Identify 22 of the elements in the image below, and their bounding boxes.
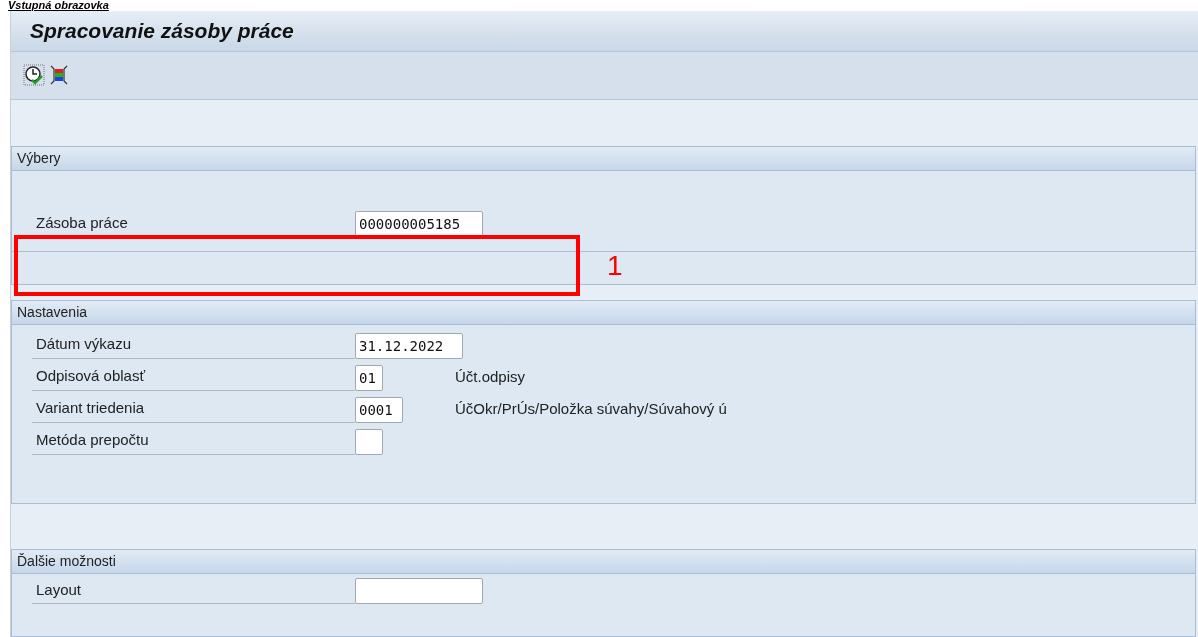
input-field[interactable]: 000000005185 (355, 211, 483, 238)
group-title: Ďalšie možnosti (17, 552, 116, 572)
page-heading: Vstupná obrazovka (7, 0, 110, 11)
field-label: Odpisová oblasť (36, 366, 146, 386)
layout-icon[interactable] (49, 63, 69, 86)
group-title: Výbery (17, 149, 61, 169)
field-label: Dátum výkazu (36, 334, 132, 354)
field-label: Variant triedenia (36, 398, 145, 418)
input-field[interactable]: 31.12.2022 (355, 332, 463, 359)
clock-check-icon[interactable] (23, 63, 45, 86)
field-description: Účt.odpisy (455, 367, 526, 388)
window-title: Spracovanie zásoby práce (30, 18, 294, 45)
group-title: Nastavenia (17, 302, 88, 322)
input-field[interactable]: 0001 (355, 396, 403, 423)
input-field[interactable] (355, 578, 483, 605)
field-label: Layout (36, 579, 82, 600)
input-field[interactable] (355, 428, 383, 455)
annotation-number: 1 (607, 250, 623, 282)
input-field[interactable]: 01 (355, 364, 383, 391)
field-label: Metóda prepočtu (36, 430, 149, 450)
field-description: ÚčOkr/PrÚs/Položka súvahy/Súvahový ú (455, 399, 727, 420)
field-label: Zásoba práce (36, 212, 128, 233)
